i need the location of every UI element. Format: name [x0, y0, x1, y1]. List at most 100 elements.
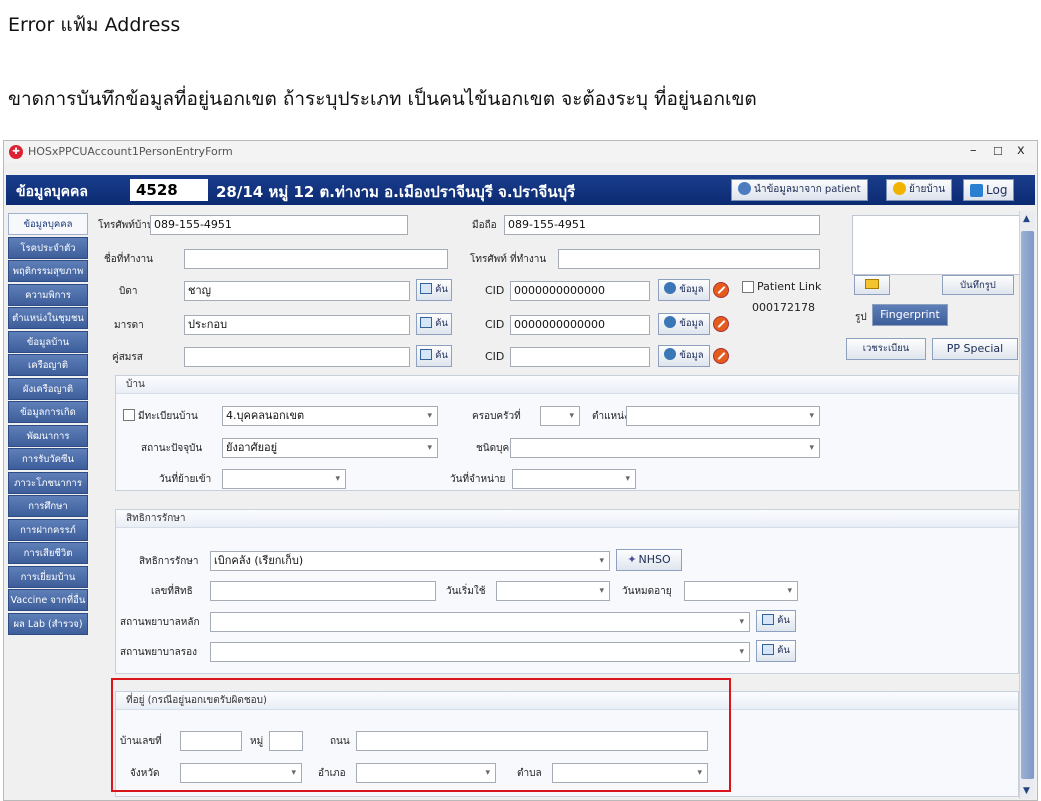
main-hospital-select[interactable]	[210, 612, 750, 632]
nav-item[interactable]: ตำแหน่งในชุมชน	[8, 307, 88, 329]
search-icon	[762, 644, 775, 655]
app-icon: ✚	[9, 145, 23, 159]
right-number-field[interactable]	[210, 581, 436, 601]
mother-find-button[interactable]: ค้น	[416, 313, 452, 335]
nav-item[interactable]: ข้อมูลบ้าน	[8, 330, 88, 353]
father-info-button[interactable]: ข้อมูล	[658, 279, 710, 301]
smile-icon	[893, 182, 906, 195]
start-date-select[interactable]	[496, 581, 610, 601]
father-field[interactable]: ชาญ	[184, 281, 410, 301]
discharge-select[interactable]	[512, 469, 636, 489]
father-cid-field[interactable]: 0000000000000	[510, 281, 650, 301]
save-photo-label: บันทึกรูป	[960, 280, 996, 291]
nav-item[interactable]: ผังเครือญาติ	[8, 377, 88, 400]
nav-item[interactable]: ข้อมูลบุคคล	[8, 213, 88, 235]
log-button[interactable]: Log	[963, 179, 1015, 201]
father-find-button[interactable]: ค้น	[416, 279, 452, 301]
move-in-label: วันที่ย้ายเข้า	[159, 474, 212, 485]
nav-item[interactable]: ภาวะโภชนาการ	[8, 471, 88, 494]
clear-spouse-icon[interactable]	[713, 348, 729, 364]
spouse-cid-label: CID	[485, 350, 505, 363]
nav-item[interactable]: Vaccine จากที่อื่น	[8, 589, 88, 611]
window-title: HOSxPPCUAccount1PersonEntryForm	[28, 145, 233, 158]
nav-item[interactable]: การเสียชีวิต	[8, 542, 88, 564]
registered-checkbox[interactable]	[123, 409, 135, 421]
minimize-button[interactable]: –	[970, 143, 977, 158]
sub-hospital-find-button[interactable]: ค้น	[756, 640, 796, 662]
window-titlebar: ✚ HOSxPPCUAccount1PersonEntryForm – ☐ x	[4, 141, 1037, 163]
fingerprint-label: Fingerprint	[880, 308, 940, 321]
nav-item[interactable]: เครือญาติ	[8, 354, 88, 376]
father-info-label: ข้อมูล	[679, 284, 704, 295]
nav-item[interactable]: การเยี่ยมบ้าน	[8, 565, 88, 588]
nav-item[interactable]: การฝากครรภ์	[8, 518, 88, 541]
scroll-thumb[interactable]	[1021, 231, 1034, 779]
position-select[interactable]	[626, 406, 820, 426]
nav-item[interactable]: ผล Lab (สำรวจ)	[8, 612, 88, 635]
photo-label: รูป	[855, 312, 867, 323]
mother-info-button[interactable]: ข้อมูล	[658, 313, 710, 335]
status-select[interactable]: ยังอาศัยอยู่	[222, 438, 438, 458]
work-phone-field[interactable]	[558, 249, 820, 269]
father-find-label: ค้น	[435, 284, 448, 295]
person-type-select[interactable]	[510, 438, 820, 458]
spouse-cid-field[interactable]	[510, 347, 650, 367]
house-type-select[interactable]: 4.บุคคลนอกเขต	[222, 406, 438, 426]
main-hospital-label: สถานพยาบาลหลัก	[120, 617, 200, 628]
spouse-info-label: ข้อมูล	[679, 350, 704, 361]
nhso-button[interactable]: ✦ NHSO	[616, 549, 682, 571]
clear-father-icon[interactable]	[713, 282, 729, 298]
scroll-up-icon[interactable]: ▲	[1023, 214, 1030, 224]
nav-item[interactable]: พฤติกรรมสุขภาพ	[8, 260, 88, 282]
nav-item[interactable]: โรคประจำตัว	[8, 236, 88, 259]
registry-button[interactable]: เวชระเบียน	[846, 338, 926, 360]
maximize-button[interactable]: ☐	[993, 145, 1003, 158]
right-select[interactable]: เบิกคลัง (เรียกเก็บ)	[210, 551, 610, 571]
mother-field[interactable]: ประกอบ	[184, 315, 410, 335]
person-icon	[738, 182, 751, 195]
camera-button[interactable]	[854, 275, 890, 295]
nav-item[interactable]: ความพิการ	[8, 283, 88, 306]
move-house-button[interactable]: ย้ายบ้าน	[886, 179, 953, 201]
workplace-label: ชื่อที่ทำงาน	[104, 254, 153, 265]
family-label: ครอบครัวที่	[472, 411, 521, 422]
mother-cid-field[interactable]: 0000000000000	[510, 315, 650, 335]
scroll-down-icon[interactable]: ▼	[1023, 786, 1030, 796]
save-photo-button[interactable]: บันทึกรูป	[942, 275, 1014, 295]
folder-icon	[865, 279, 879, 289]
document-description: ขาดการบันทึกข้อมูลที่อยู่นอกเขต ถ้าระบุป…	[8, 88, 757, 110]
import-patient-button[interactable]: นำข้อมูลมาจาก patient	[731, 179, 868, 201]
expire-date-select[interactable]	[684, 581, 798, 601]
log-icon	[970, 184, 983, 197]
nhso-icon: ✦	[627, 553, 637, 566]
nav-item[interactable]: การรับวัคซีน	[8, 448, 88, 470]
nav-item[interactable]: การศึกษา	[8, 495, 88, 517]
move-in-select[interactable]	[222, 469, 346, 489]
nav-item[interactable]: พัฒนาการ	[8, 424, 88, 447]
main-hospital-find-button[interactable]: ค้น	[756, 610, 796, 632]
mobile-field[interactable]: 089-155-4951	[504, 215, 820, 235]
person-icon	[664, 282, 677, 294]
expire-date-label: วันหมดอายุ	[622, 586, 672, 597]
spouse-field[interactable]	[184, 347, 410, 367]
home-phone-field[interactable]: 089-155-4951	[150, 215, 408, 235]
document-title: Error แฟ้ม Address	[8, 14, 181, 36]
father-cid-label: CID	[485, 284, 505, 297]
sub-hospital-select[interactable]	[210, 642, 750, 662]
clear-mother-icon[interactable]	[713, 316, 729, 332]
nav-item[interactable]: ข้อมูลการเกิด	[8, 401, 88, 423]
work-phone-label: โทรศัพท์ ที่ทำงาน	[470, 254, 547, 265]
pp-special-button[interactable]: PP Special	[932, 338, 1018, 360]
patient-link-checkbox[interactable]	[742, 281, 754, 293]
spouse-find-button[interactable]: ค้น	[416, 345, 452, 367]
right-number-label: เลขที่สิทธิ	[151, 586, 193, 597]
fingerprint-button[interactable]: Fingerprint	[872, 304, 948, 326]
form-scrollbar[interactable]: ▲ ▼	[1019, 211, 1035, 799]
status-label: สถานะปัจจุบัน	[141, 443, 203, 454]
workplace-field[interactable]	[184, 249, 448, 269]
close-button[interactable]: x	[1017, 143, 1025, 158]
main-hospital-find-label: ค้น	[777, 615, 790, 626]
family-select[interactable]	[540, 406, 580, 426]
sidebar-nav: ข้อมูลบุคคล โรคประจำตัว พฤติกรรมสุขภาพ ค…	[8, 213, 88, 636]
spouse-info-button[interactable]: ข้อมูล	[658, 345, 710, 367]
